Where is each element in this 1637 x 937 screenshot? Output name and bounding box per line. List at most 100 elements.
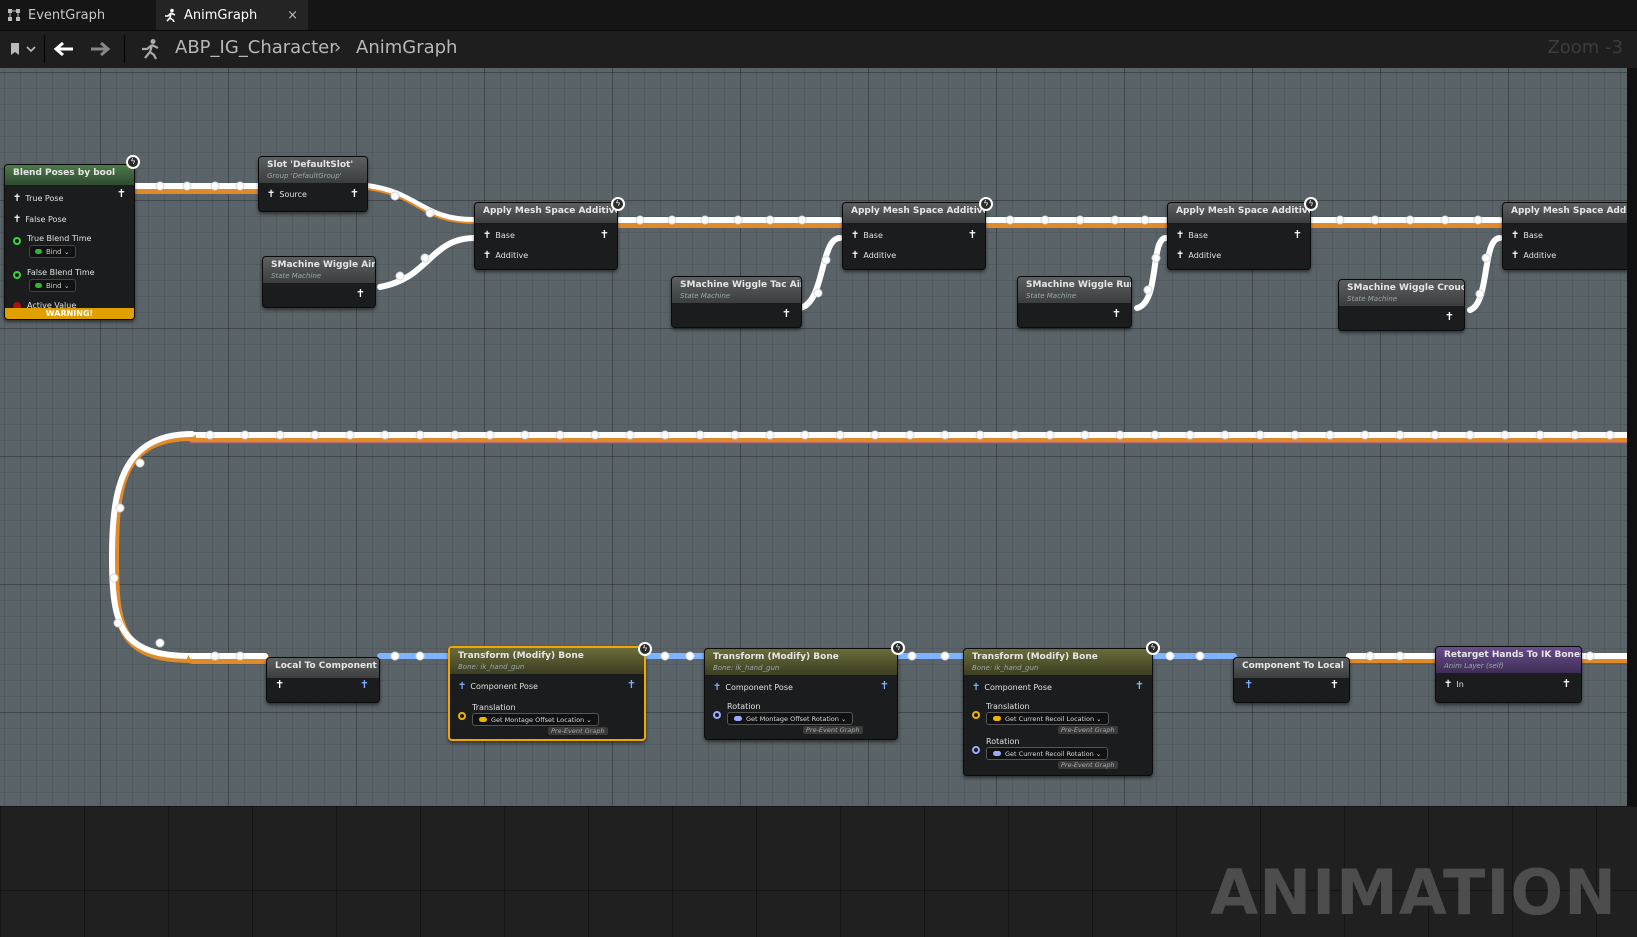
false-pose-pin[interactable]: ✝ False Pose (13, 214, 67, 225)
wiggle-run-node[interactable]: SMachine Wiggle Run State Machine ✝ (1017, 276, 1132, 328)
wiggle-aim-node[interactable]: SMachine Wiggle Aim State Machine ✝ (262, 256, 376, 308)
transform-modify-bone-node[interactable]: Transform (Modify) Bone Bone: ik_hand_gun… (963, 641, 1160, 776)
in-pin[interactable]: ✝ In (1444, 679, 1464, 690)
true-blend-bind[interactable]: Bind ⌄ (29, 245, 76, 258)
back-button[interactable] (50, 35, 78, 63)
component-to-local-node[interactable]: Component To Local ✝ ✝ (1233, 657, 1350, 703)
node-title: Apply Mesh Space Additive (1168, 203, 1310, 223)
pose-pin-icon: ✝ (483, 230, 492, 241)
bookmark-button[interactable] (4, 35, 40, 63)
wiggle-crouch-node[interactable]: SMachine Wiggle Crouch State Machine ✝ (1338, 279, 1465, 331)
false-blend-time-label: False Blend Time (27, 268, 95, 277)
zoom-level: Zoom -3 (1547, 37, 1623, 58)
wiggle-tac-aim-node[interactable]: SMachine Wiggle Tac Aim State Machine ✝ (671, 276, 802, 328)
base-pin[interactable]: ✝ Base (1511, 230, 1543, 241)
running-man-icon (136, 35, 164, 63)
node-subtitle: Group 'DefaultGroup' (267, 172, 342, 180)
true-pose-pin[interactable]: ✝ True Pose (13, 193, 63, 204)
pose-pin-icon: ✝ (267, 189, 276, 200)
output-pose-pin-icon[interactable]: ✝ (1445, 310, 1454, 323)
transform-modify-bone-node[interactable]: Transform (Modify) Bone Bone: ik_hand_gun… (448, 642, 652, 741)
blend-poses-node[interactable]: Blend Poses by bool ✝ True Pose ✝ False Po… (4, 155, 140, 320)
node-subtitle: State Machine (271, 272, 322, 280)
base-pin[interactable]: ✝ Base (851, 230, 883, 241)
slot-node[interactable]: Slot 'DefaultSlot' Group 'DefaultGroup' ✝… (258, 156, 368, 212)
output-pose-pin-icon[interactable]: ✝ (1112, 307, 1121, 320)
breadcrumb-graph[interactable]: AnimGraph (356, 37, 457, 58)
true-blend-time-label: True Blend Time (27, 234, 92, 243)
output-pose-pin-icon[interactable]: ✝ (1293, 228, 1302, 241)
component-pose-pin[interactable]: ✝ Component Pose (458, 681, 538, 692)
node-title: Apply Mesh Space Additive (1503, 203, 1627, 223)
retarget-hands-node[interactable]: Retarget Hands To IK Bones Anim Layer (se… (1435, 646, 1582, 703)
output-pose-pin-icon[interactable]: ✝ (1330, 678, 1339, 691)
pose-pin-icon: ✝ (1511, 230, 1520, 241)
pose-pin-icon: ✝ (13, 193, 22, 204)
apply-mesh-space-additive-node[interactable]: Apply Mesh Space Additive ✝Base ✝Additiv… (842, 197, 993, 270)
output-pose-pin-icon[interactable]: ✝ (1562, 677, 1571, 690)
node-subtitle: Bone: ik_hand_gun (972, 664, 1039, 672)
breadcrumb-asset[interactable]: ABP_IG_Character (175, 37, 337, 58)
input-component-pose-pin-icon[interactable]: ✝ (1244, 678, 1253, 691)
graph-canvas[interactable]: Blend Poses by bool ✝ True Pose ✝ False Po… (0, 68, 1627, 806)
tab-animgraph[interactable]: AnimGraph × (156, 0, 308, 30)
pre-event-graph-tag: Pre-Event Graph (1058, 726, 1118, 734)
close-icon[interactable]: × (287, 8, 298, 23)
tab-bar: EventGraph AnimGraph × (0, 0, 1637, 30)
forward-button[interactable] (86, 35, 114, 63)
node-title: Transform (Modify) Bone (458, 651, 584, 661)
additive-pin[interactable]: ✝ Additive (1511, 250, 1556, 261)
output-pose-pin-icon[interactable]: ✝ (968, 228, 977, 241)
fast-path-icon: ϟ (1146, 641, 1160, 655)
float-pin-icon[interactable] (13, 237, 21, 245)
node-title: Slot 'DefaultSlot' (267, 160, 354, 170)
get-montage-offset-location[interactable]: Get Montage Offset Location ⌄ (472, 713, 599, 726)
tab-eventgraph[interactable]: EventGraph (0, 0, 150, 30)
local-to-component-node[interactable]: Local To Component ✝ ✝ (266, 657, 380, 703)
transform-modify-bone-node[interactable]: Transform (Modify) Bone Bone: ik_hand_gun… (704, 641, 905, 740)
pose-pin-icon: ✝ (1176, 250, 1185, 261)
node-subtitle: State Machine (680, 292, 731, 300)
node-subtitle: Anim Layer (self) (1444, 662, 1504, 670)
get-current-recoil-rotation[interactable]: Get Current Recoil Rotation ⌄ (986, 747, 1109, 760)
vertical-scrollbar[interactable] (1627, 68, 1637, 806)
tab-label: EventGraph (28, 7, 106, 23)
pose-pin-icon: ✝ (851, 230, 860, 241)
additive-pin[interactable]: ✝ Additive (483, 250, 528, 261)
float-pin-icon[interactable] (13, 271, 21, 279)
base-pin[interactable]: ✝ Base (1176, 230, 1208, 241)
output-pose-pin-icon[interactable]: ✝ (350, 187, 359, 200)
rotator-pin-icon[interactable] (713, 711, 721, 719)
false-blend-bind[interactable]: Bind ⌄ (29, 279, 76, 292)
source-pin[interactable]: ✝ Source (267, 189, 307, 200)
vector-pin-icon[interactable] (972, 711, 980, 719)
component-pose-pin[interactable]: ✝ Component Pose (713, 682, 793, 693)
apply-mesh-space-additive-node[interactable]: Apply Mesh Space Additive ✝Base ✝Additiv… (474, 197, 625, 270)
input-pose-pin-icon[interactable]: ✝ (275, 678, 284, 691)
pose-pin-icon: ✝ (1511, 250, 1520, 261)
output-pose-pin-icon[interactable]: ✝ (782, 307, 791, 320)
output-pose-pin-icon[interactable]: ✝ (117, 187, 126, 200)
vector-pin-icon[interactable] (458, 712, 466, 720)
base-pin[interactable]: ✝ Base (483, 230, 515, 241)
apply-mesh-space-additive-node[interactable]: Apply Mesh Space Additive ✝Base ✝Additiv… (1502, 202, 1627, 270)
output-component-pose-pin-icon[interactable]: ✝ (1135, 679, 1144, 692)
output-pose-pin-icon[interactable]: ✝ (600, 228, 609, 241)
node-subtitle: State Machine (1347, 295, 1398, 303)
output-pose-pin-icon[interactable]: ✝ (356, 287, 365, 300)
additive-pin[interactable]: ✝ Additive (851, 250, 896, 261)
get-montage-offset-rotation[interactable]: Get Montage Offset Rotation ⌄ (727, 712, 854, 725)
output-component-pose-pin-icon[interactable]: ✝ (627, 678, 636, 691)
output-component-pose-pin-icon[interactable]: ✝ (880, 679, 889, 692)
arrow-right-icon (91, 41, 111, 57)
node-title: Apply Mesh Space Additive (843, 203, 985, 223)
node-title: SMachine Wiggle Run (1026, 280, 1131, 290)
node-title: Local To Component (267, 658, 379, 678)
bookmark-icon (11, 43, 36, 55)
additive-pin[interactable]: ✝ Additive (1176, 250, 1221, 261)
component-pose-pin[interactable]: ✝ Component Pose (972, 682, 1052, 693)
output-component-pose-pin-icon[interactable]: ✝ (360, 678, 369, 691)
apply-mesh-space-additive-node[interactable]: Apply Mesh Space Additive ✝Base ✝Additiv… (1167, 197, 1318, 270)
rotator-pin-icon[interactable] (972, 746, 980, 754)
get-current-recoil-location[interactable]: Get Current Recoil Location ⌄ (986, 712, 1109, 725)
